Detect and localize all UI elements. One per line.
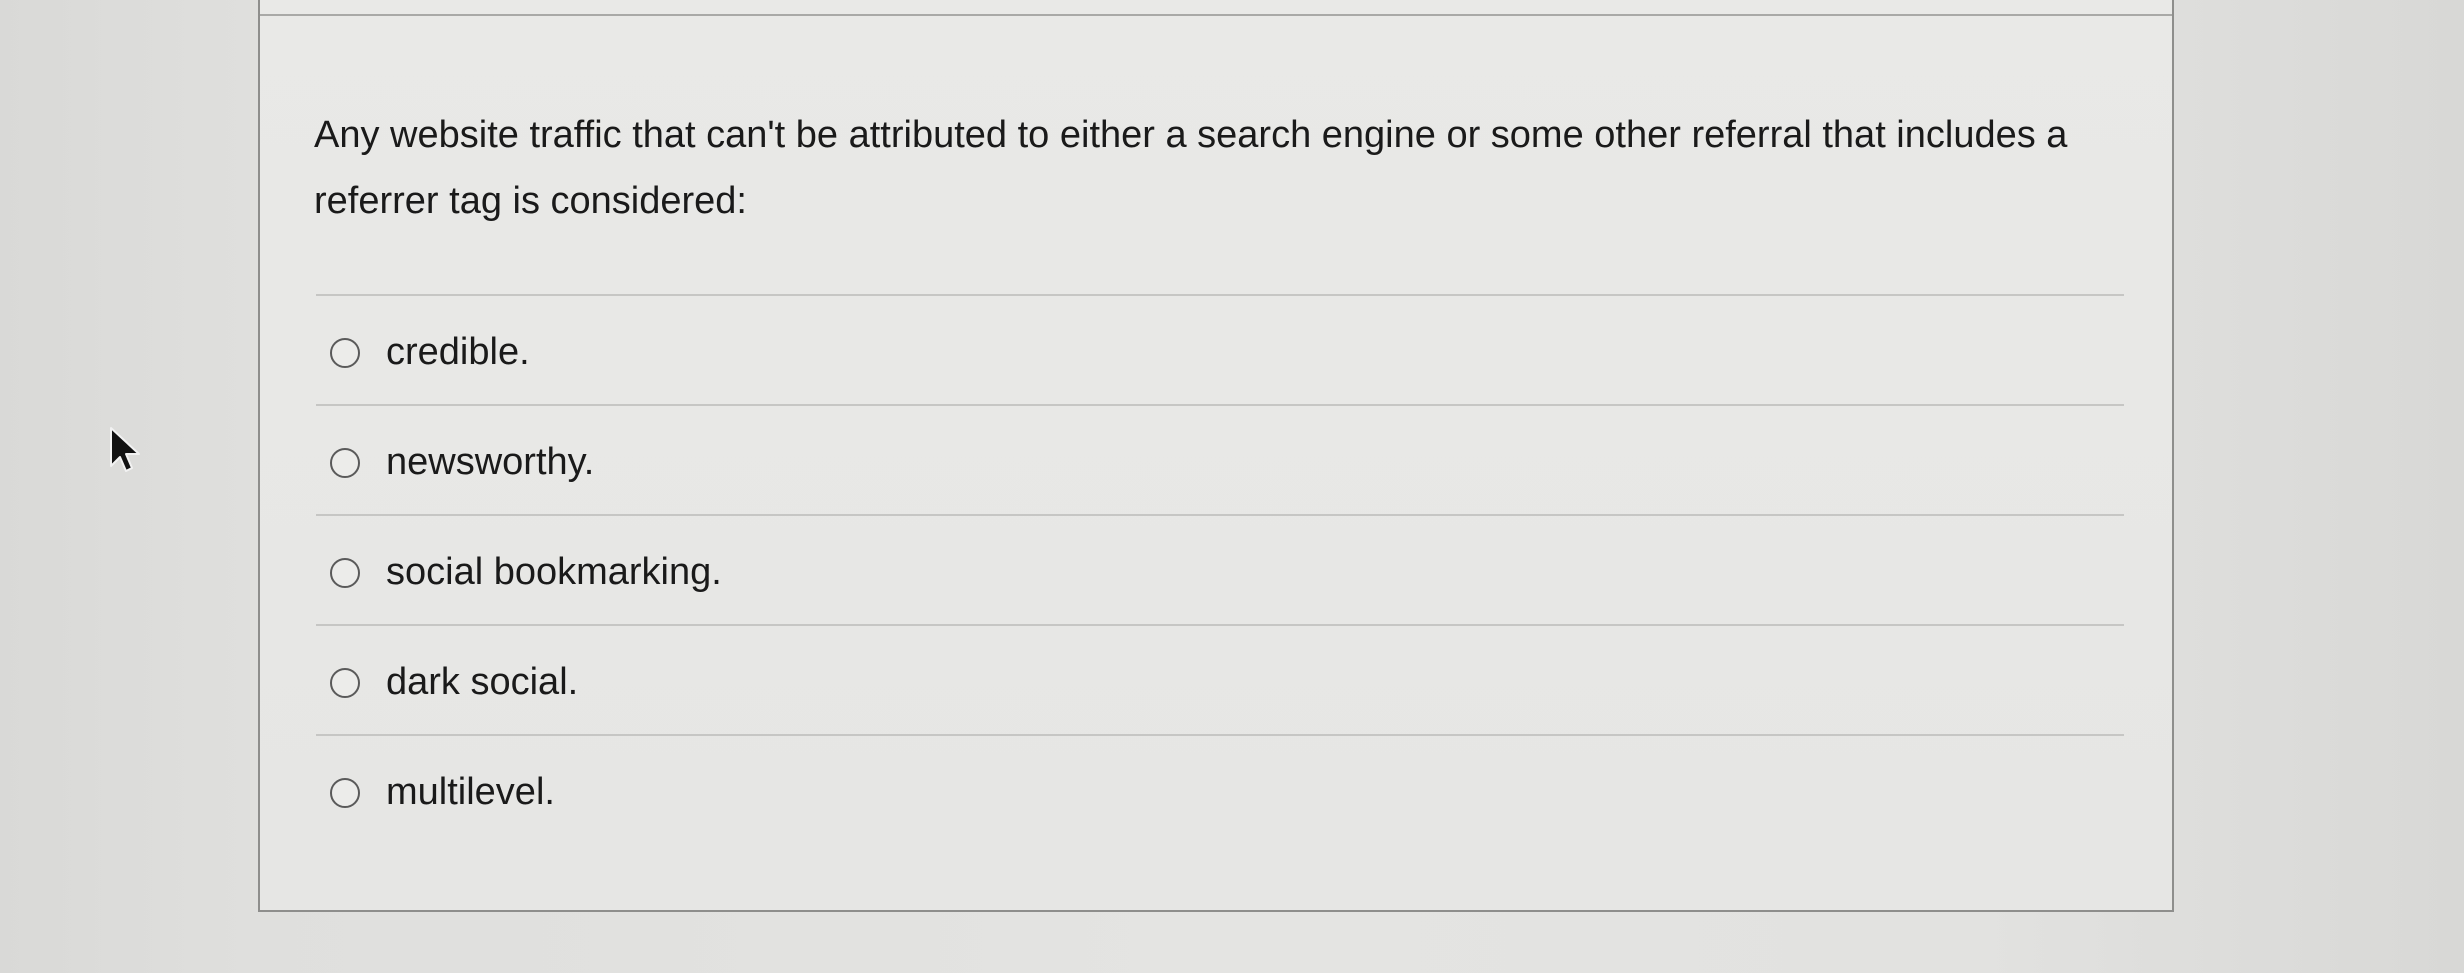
question-card: Any website traffic that can't be attrib… (258, 0, 2174, 912)
question-text: Any website traffic that can't be attrib… (314, 114, 2068, 222)
answer-option[interactable]: multilevel. (316, 734, 2124, 844)
answer-option[interactable]: social bookmarking. (316, 514, 2124, 624)
option-label[interactable]: newsworthy. (386, 440, 594, 484)
mouse-pointer-icon (110, 427, 140, 472)
radio-unselected-icon[interactable] (330, 338, 360, 368)
radio-unselected-icon[interactable] (330, 558, 360, 588)
option-label[interactable]: dark social. (386, 660, 578, 704)
answer-option[interactable]: newsworthy. (316, 404, 2124, 514)
radio-unselected-icon[interactable] (330, 448, 360, 478)
top-rule (260, 14, 2172, 16)
answer-option[interactable]: credible. (316, 294, 2124, 404)
option-label[interactable]: social bookmarking. (386, 550, 722, 594)
answer-option[interactable]: dark social. (316, 624, 2124, 734)
radio-unselected-icon[interactable] (330, 668, 360, 698)
option-label[interactable]: credible. (386, 330, 530, 374)
option-label[interactable]: multilevel. (386, 770, 555, 814)
answer-options: credible. newsworthy. social bookmarking… (316, 294, 2124, 844)
radio-unselected-icon[interactable] (330, 778, 360, 808)
